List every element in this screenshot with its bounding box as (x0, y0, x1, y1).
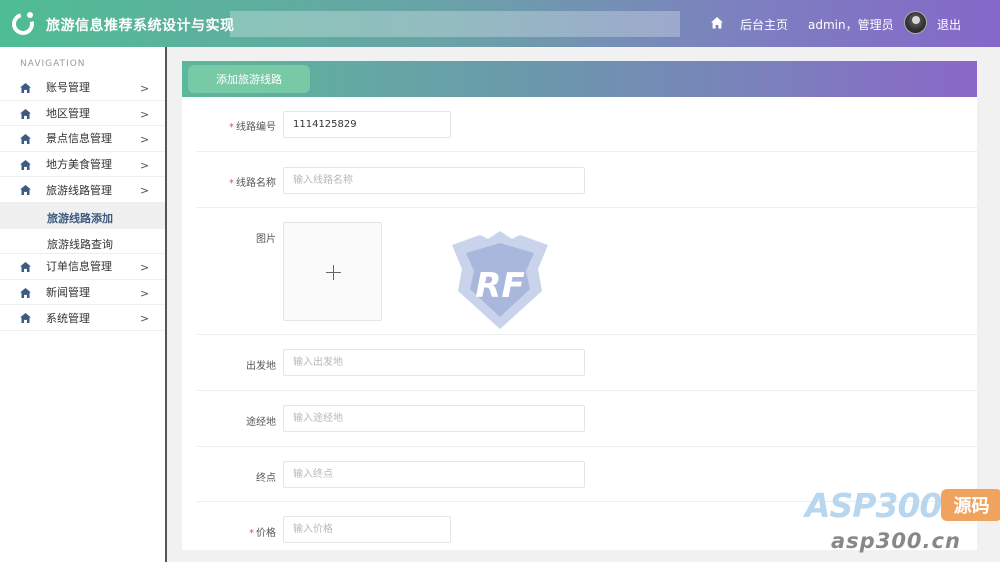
chevron-right-icon: > (140, 261, 150, 275)
departure-label: 出发地 (246, 361, 276, 372)
sidebar-item-orders[interactable]: 订单信息管理 > (0, 254, 165, 280)
sidebar-item-scenic[interactable]: 景点信息管理 > (0, 126, 165, 152)
sidebar-subitem-label: 旅游线路查询 (47, 237, 113, 251)
nav-heading: NAVIGATION (20, 59, 86, 69)
card-title-tab[interactable]: 添加旅游线路 (188, 65, 310, 93)
form-row-route-no: * 线路编号 (196, 97, 977, 152)
card-header: 添加旅游线路 (182, 61, 977, 97)
sidebar-subitem-route-add[interactable]: 旅游线路添加 (0, 202, 165, 229)
image-label: 图片 (256, 234, 276, 245)
home-icon (20, 287, 31, 298)
main-card: 添加旅游线路 *线路编号 *线路名称 图片 RF 出发地 途经地 终点 * (182, 61, 977, 550)
top-header: 旅游信息推荐系统设计与实现 后台主页 admin，管理员 退出 (0, 0, 1000, 47)
via-input[interactable] (283, 405, 585, 432)
watermark-brand-text: ASP300 (805, 486, 942, 525)
chevron-right-icon: > (140, 312, 150, 326)
app-title: 旅游信息推荐系统设计与实现 (46, 18, 235, 34)
home-icon (20, 313, 31, 324)
home-icon (20, 83, 31, 93)
home-icon (20, 159, 31, 170)
home-icon (20, 134, 31, 145)
logout-link[interactable]: 退出 (937, 16, 961, 33)
user-avatar[interactable] (904, 11, 927, 34)
required-star: * (229, 122, 234, 133)
sidebar-item-label: 地方美食管理 (46, 158, 112, 172)
watermark-badge: 源码 (941, 489, 1000, 521)
departure-input[interactable] (283, 349, 585, 376)
app-logo-dot (27, 12, 33, 18)
sidebar-nav: NAVIGATION 账号管理 > 地区管理 > 景点信息管理 > 地方美食管理… (0, 47, 167, 562)
chevron-right-icon: > (140, 158, 150, 172)
destination-label: 终点 (256, 473, 276, 484)
sidebar-item-food[interactable]: 地方美食管理 > (0, 152, 165, 178)
sidebar-item-label: 景点信息管理 (46, 132, 112, 146)
route-name-input[interactable] (283, 167, 585, 194)
sidebar-item-label: 账号管理 (46, 81, 90, 95)
sidebar-menu: 账号管理 > 地区管理 > 景点信息管理 > 地方美食管理 > 旅游线路管理 >… (0, 75, 165, 331)
home-icon (20, 262, 31, 273)
sidebar-item-news[interactable]: 新闻管理 > (0, 280, 165, 306)
sidebar-subitem-route-query[interactable]: 旅游线路查询 (0, 229, 165, 255)
dashboard-home-link[interactable]: 后台主页 (740, 16, 788, 33)
sidebar-item-system[interactable]: 系统管理 > (0, 305, 165, 331)
sidebar-item-routes[interactable]: 旅游线路管理 > (0, 177, 165, 203)
chevron-right-icon: > (140, 184, 150, 198)
required-star: * (249, 528, 254, 539)
sidebar-item-account[interactable]: 账号管理 > (0, 75, 165, 101)
form-row-route-name: * 线路名称 (196, 152, 977, 208)
sidebar-item-label: 新闻管理 (46, 286, 90, 300)
route-no-input[interactable] (283, 111, 451, 138)
home-icon (20, 185, 31, 196)
destination-input[interactable] (283, 461, 585, 488)
route-name-label: * 线路名称 (229, 178, 276, 189)
sidebar-subitem-label: 旅游线路添加 (47, 211, 113, 225)
sidebar-item-label: 系统管理 (46, 311, 90, 325)
image-upload-box[interactable] (283, 222, 382, 321)
form-row-via: 途经地 (196, 391, 977, 447)
sidebar-item-label: 地区管理 (46, 106, 90, 120)
via-label: 途经地 (246, 417, 276, 428)
shield-emblem-logo: RF (452, 231, 548, 329)
required-star: * (229, 178, 234, 189)
app-logo-icon (7, 8, 39, 40)
price-input[interactable] (283, 516, 451, 543)
form-row-departure: 出发地 (196, 335, 977, 391)
sidebar-item-label: 订单信息管理 (46, 260, 112, 274)
svg-text:RF: RF (475, 266, 524, 306)
sidebar-item-region[interactable]: 地区管理 > (0, 101, 165, 127)
watermark-domain: asp300.cn (831, 529, 961, 553)
chevron-right-icon: > (140, 133, 150, 147)
chevron-right-icon: > (140, 82, 150, 95)
chevron-right-icon: > (140, 107, 150, 121)
route-no-label: * 线路编号 (229, 122, 276, 133)
home-icon (20, 108, 31, 119)
watermark-brand: ASP300 源码 (805, 486, 1000, 525)
redacted-title-area (230, 11, 680, 37)
chevron-right-icon: > (140, 286, 150, 300)
sidebar-item-label: 旅游线路管理 (46, 183, 112, 197)
price-label: * 价格 (249, 528, 276, 539)
home-icon[interactable] (710, 16, 724, 30)
current-user-label: admin，管理员 (808, 18, 894, 32)
